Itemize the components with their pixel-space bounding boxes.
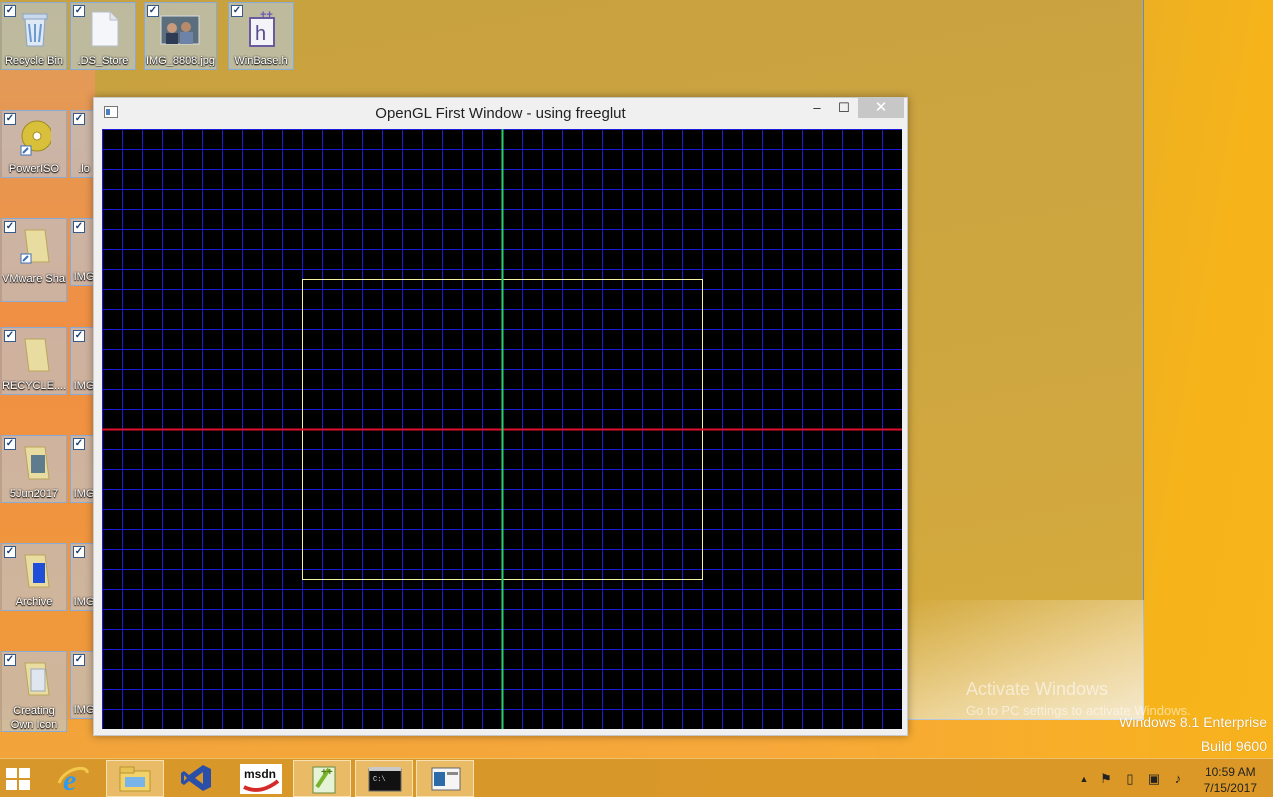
opengl-window-icon	[431, 767, 461, 791]
opengl-window[interactable]: OpenGL First Window - using freeglut – ☐…	[93, 97, 908, 736]
checkbox-icon[interactable]: ✓	[4, 330, 16, 342]
desktop-icon-label: Recycle Bin	[4, 55, 64, 67]
photo-icon	[160, 15, 200, 45]
desktop-icon-label-line2: Own Icon	[10, 719, 58, 731]
desktop-icon-ds-store[interactable]: ✓ .DS_Store	[70, 2, 136, 70]
opengl-canvas[interactable]	[102, 129, 902, 729]
checkbox-icon[interactable]: ✓	[73, 113, 85, 125]
window-title: OpenGL First Window - using freeglut	[375, 105, 626, 122]
desktop-icon-recycle-folder[interactable]: ✓ RECYCLE....	[1, 327, 67, 395]
system-tray: ▲ ⚑ ▯ ▣ ♪ 10:59 AM 7/15/2017	[1070, 759, 1273, 797]
taskbar-file-explorer[interactable]	[106, 760, 164, 797]
checkbox-icon[interactable]: ✓	[73, 5, 85, 17]
show-hidden-icons-icon[interactable]: ▲	[1076, 771, 1092, 787]
clock-time: 10:59 AM	[1204, 765, 1256, 779]
clock[interactable]: 10:59 AM 7/15/2017	[1204, 764, 1257, 796]
desktop-icon-label: WinBase.h	[234, 55, 288, 67]
taskbar-msdn[interactable]: msdn	[232, 760, 290, 797]
taskbar-visual-studio[interactable]	[168, 760, 226, 797]
close-button[interactable]: ✕	[858, 98, 904, 118]
minimize-button[interactable]: –	[804, 98, 830, 118]
checkbox-icon[interactable]: ✓	[4, 221, 16, 233]
checkbox-icon[interactable]: ✓	[4, 654, 16, 666]
checkbox-icon[interactable]: ✓	[73, 546, 85, 558]
folder-icon	[24, 662, 50, 696]
device-icon[interactable]: ▯	[1122, 771, 1138, 787]
file-icon	[91, 11, 119, 47]
taskbar-console[interactable]: C:\	[355, 760, 413, 797]
visual-studio-icon	[181, 765, 211, 791]
window-titlebar[interactable]: OpenGL First Window - using freeglut – ☐…	[94, 98, 907, 128]
desktop-icon-label: VMware Share...	[2, 273, 66, 285]
internet-explorer-icon: e	[57, 764, 89, 797]
windows-edition: Windows 8.1 Enterprise	[1119, 714, 1267, 730]
svg-text:++: ++	[260, 10, 273, 21]
desktop-icon-label: 5Jun2017	[9, 488, 59, 500]
desktop-icon-winbase[interactable]: ✓ h ++ WinBase.h	[228, 2, 294, 70]
wallpaper-highlight	[905, 600, 1144, 720]
folder-icon	[24, 338, 50, 372]
cpp-header-icon: h ++	[249, 10, 275, 47]
checkbox-icon[interactable]: ✓	[4, 438, 16, 450]
desktop-icon-vmware-share[interactable]: ✓ VMware Share...	[1, 218, 67, 302]
svg-text:++: ++	[321, 767, 333, 778]
desktop-icon-label: .DS_Store	[77, 55, 129, 67]
msdn-icon-text: msdn	[244, 767, 276, 781]
checkbox-icon[interactable]: ✓	[73, 221, 85, 233]
start-button[interactable]	[0, 760, 40, 797]
checkbox-icon[interactable]: ✓	[231, 5, 243, 17]
checkbox-icon[interactable]: ✓	[4, 5, 16, 17]
checkbox-icon[interactable]: ✓	[4, 546, 16, 558]
volume-icon[interactable]: ♪	[1170, 771, 1186, 787]
checkbox-icon[interactable]: ✓	[73, 438, 85, 450]
taskbar-notepad-plus-plus[interactable]: ++	[293, 760, 351, 797]
taskbar: e msdn ++ C:\ ▲ ⚑ ▯ ▣ ♪ 10:59 AM 7/15/20…	[0, 758, 1273, 797]
windows-build: Build 9600	[1200, 738, 1267, 754]
folder-icon	[24, 554, 50, 588]
taskbar-internet-explorer[interactable]: e	[46, 760, 104, 797]
console-icon: C:\	[368, 767, 402, 792]
taskbar-opengl-window[interactable]	[416, 760, 474, 797]
desktop-icon-5jun2017[interactable]: ✓ 5Jun2017	[1, 435, 67, 503]
desktop-icon-recycle-bin[interactable]: ✓ Recycle Bin	[1, 2, 67, 70]
checkbox-icon[interactable]: ✓	[4, 113, 16, 125]
folder-icon	[24, 446, 50, 480]
windows-logo-icon	[6, 768, 32, 792]
desktop-icon-label: IMG_8808.jpg	[145, 55, 216, 67]
action-center-icon[interactable]: ⚑	[1098, 771, 1114, 787]
recycle-bin-icon	[22, 13, 48, 47]
checkbox-icon[interactable]: ✓	[73, 330, 85, 342]
desktop-icon-label: PowerISO	[8, 163, 60, 175]
desktop-icon-label: Creating	[13, 705, 55, 717]
notepad-plus-plus-icon: ++	[312, 766, 336, 794]
disc-icon	[20, 120, 51, 156]
desktop-icon-archive[interactable]: ✓ Archive	[1, 543, 67, 611]
desktop-icon-img-8808[interactable]: ✓ IMG_8808.jpg	[144, 2, 217, 70]
clock-date: 7/15/2017	[1203, 781, 1257, 795]
desktop-icon-label: Archive	[15, 596, 53, 608]
network-icon[interactable]: ▣	[1146, 771, 1162, 787]
desktop-icon-creating-own-icon[interactable]: ✓ Creating Own Icon	[1, 651, 67, 732]
desktop-icon-label: RECYCLE....	[2, 380, 66, 392]
console-icon-text: C:\	[373, 776, 386, 784]
file-explorer-icon	[119, 766, 151, 792]
folder-shortcut-icon	[20, 229, 50, 264]
checkbox-icon[interactable]: ✓	[73, 654, 85, 666]
desktop-icon-poweriso[interactable]: ✓ PowerISO	[1, 110, 67, 178]
activate-windows-watermark: Activate Windows	[966, 679, 1109, 699]
msdn-icon: msdn	[240, 764, 282, 794]
svg-text:h: h	[255, 23, 266, 45]
maximize-button[interactable]: ☐	[831, 98, 857, 118]
